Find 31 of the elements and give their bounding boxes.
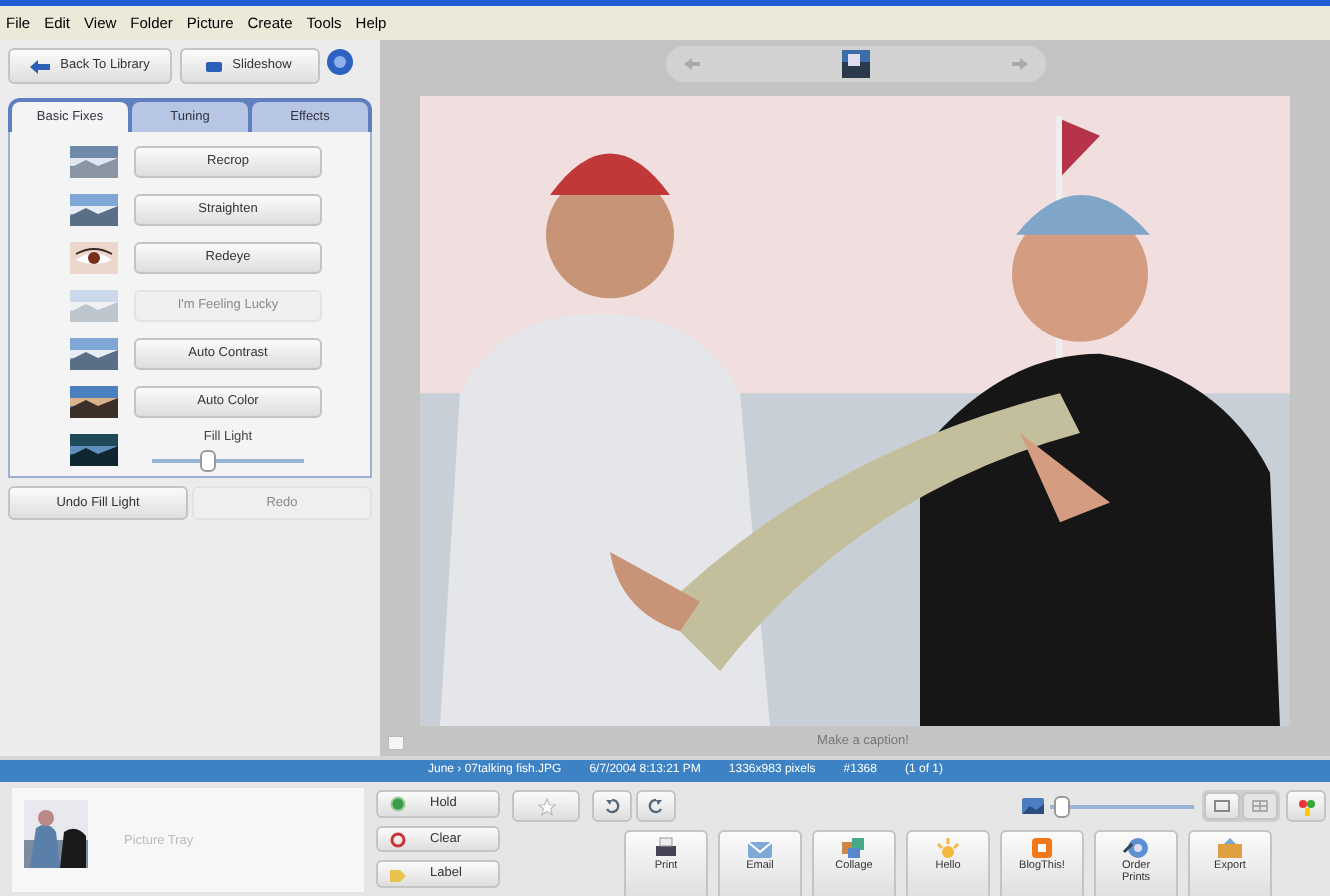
arrow-left-icon [30, 59, 51, 73]
grid-view-button[interactable] [1241, 792, 1278, 820]
previous-icon[interactable] [681, 55, 701, 72]
circle-icon [390, 795, 406, 812]
people-button[interactable] [1286, 790, 1327, 822]
order-icon [1122, 836, 1150, 860]
slideshow-icon [206, 61, 223, 71]
slider-thumb[interactable] [199, 449, 216, 472]
email-icon [746, 836, 774, 860]
picture-icon [1021, 798, 1044, 814]
slider-thumb[interactable] [1053, 795, 1070, 817]
export-icon [1216, 836, 1244, 860]
rotate-right-button[interactable] [635, 790, 676, 822]
grid-icon [1251, 800, 1268, 812]
rotate-right-icon [647, 798, 664, 814]
ring-icon [390, 831, 406, 847]
help-icon[interactable] [326, 48, 354, 76]
info-icon[interactable] [388, 735, 404, 749]
next-icon[interactable] [1009, 55, 1029, 72]
rotate-left-icon [604, 798, 620, 814]
hello-icon [934, 836, 962, 860]
single-view-button[interactable] [1203, 792, 1240, 820]
collage-icon [840, 836, 868, 860]
figures-icon [1297, 797, 1316, 815]
rotate-left-button[interactable] [592, 790, 632, 822]
print-icon [652, 836, 680, 860]
star-icon [537, 797, 555, 815]
square-icon [1213, 800, 1230, 812]
star-button[interactable] [512, 790, 580, 822]
blog-icon [1028, 836, 1056, 860]
tag-icon [390, 866, 406, 883]
